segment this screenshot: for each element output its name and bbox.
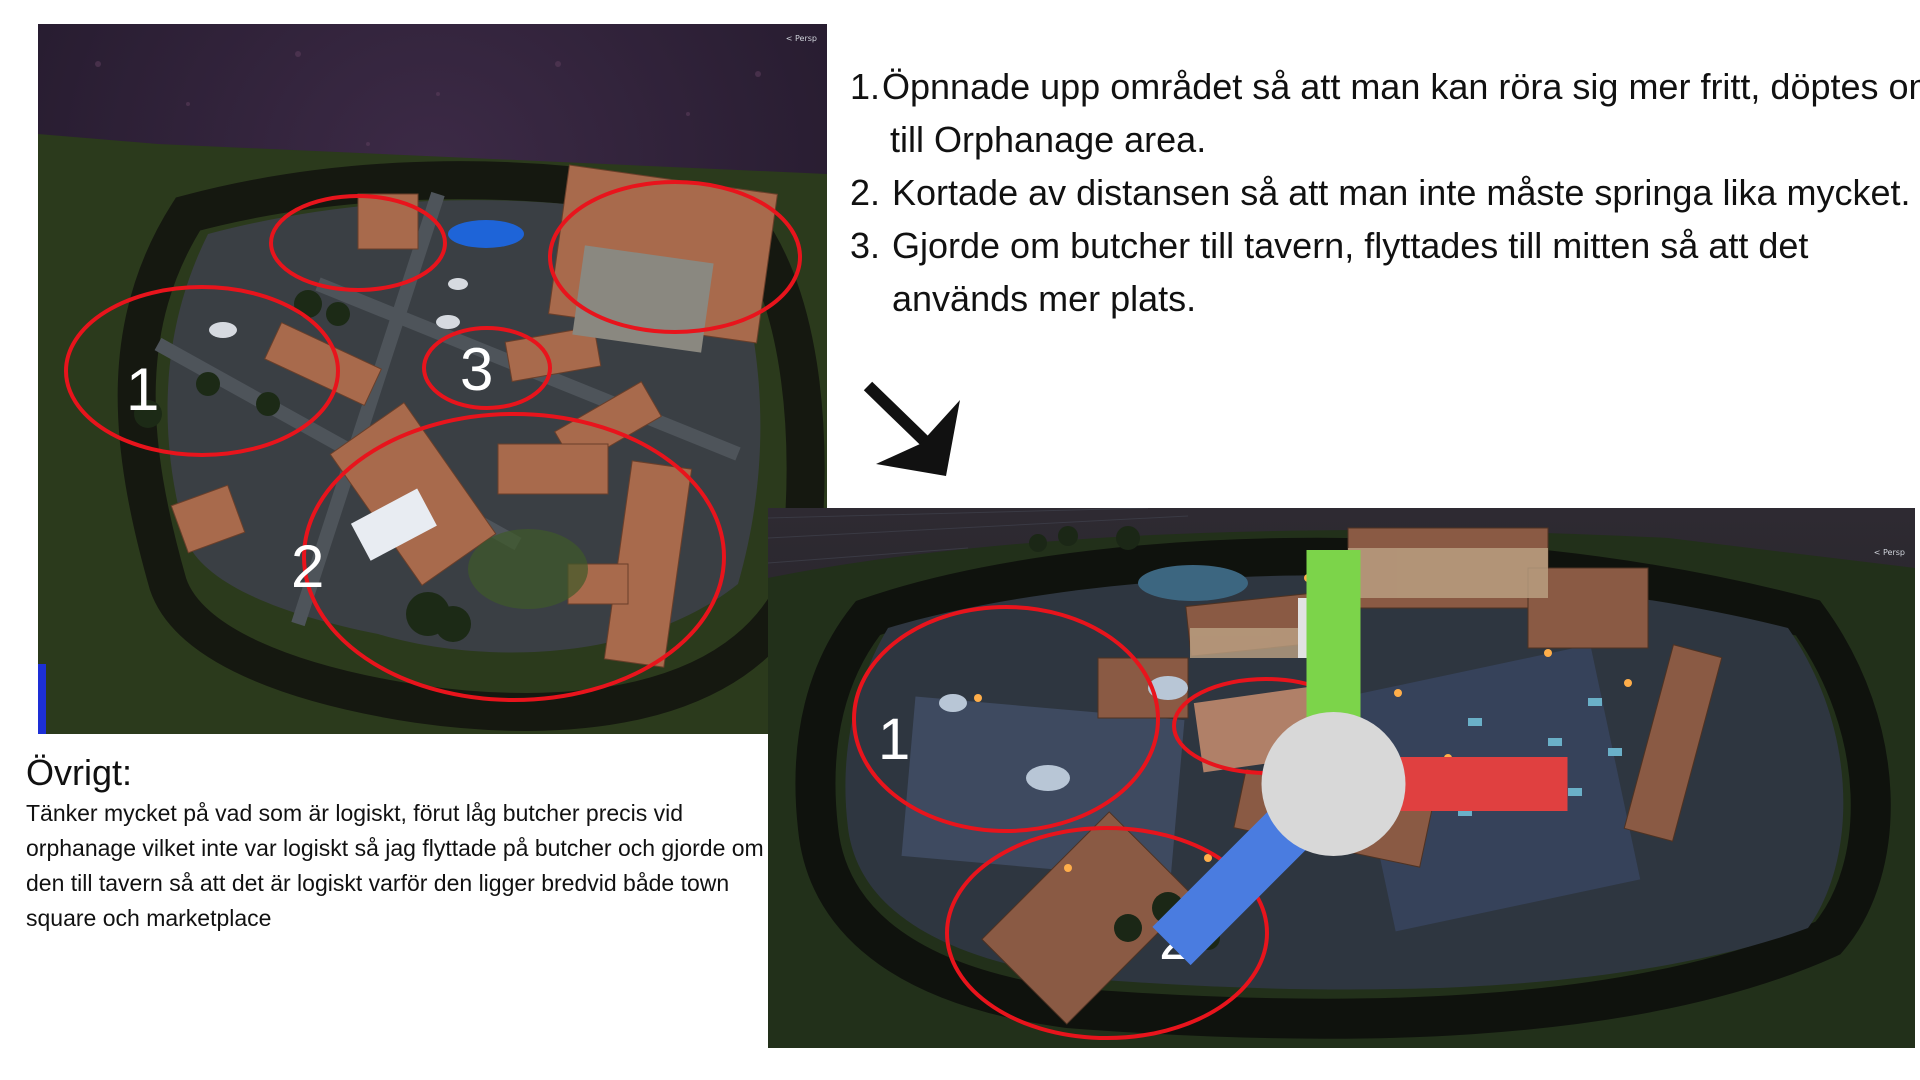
arrow-down-right-icon: [863, 381, 960, 476]
before-marker-3: 3: [460, 336, 493, 403]
before-marker-2: 2: [291, 533, 324, 600]
change-text-1: Öpnnade upp området så att man kan röra …: [882, 66, 1920, 160]
changes-list: 1. Öpnnade upp området så att man kan rö…: [850, 60, 1920, 325]
change-item-2: 2. Kortade av distansen så att man inte …: [850, 166, 1920, 219]
change-text-3: Gjorde om butcher till tavern, flyttades…: [892, 225, 1809, 319]
change-text-2: Kortade av distansen så att man inte mås…: [892, 172, 1911, 213]
scene-gizmo-icon[interactable]: [768, 514, 1907, 1048]
change-number-2: 2.: [850, 172, 881, 213]
after-screenshot: 1 3 2 < Persp: [768, 508, 1915, 1048]
viewport-perspective-label[interactable]: < Persp: [1874, 548, 1905, 557]
change-item-3: 3. Gjorde om butcher till tavern, flytta…: [850, 219, 1920, 325]
change-number-3: 3.: [850, 225, 881, 266]
before-scene: 1 2 3: [38, 24, 827, 734]
before-screenshot: 1 2 3 < Persp: [38, 24, 827, 734]
before-marker-1: 1: [126, 356, 159, 423]
other-heading: Övrigt:: [26, 752, 133, 793]
other-text: Tänker mycket på vad som är logiskt, för…: [26, 800, 764, 931]
change-number-1: 1.: [850, 66, 881, 107]
viewport-perspective-label[interactable]: < Persp: [786, 34, 817, 43]
change-item-1: 1. Öpnnade upp området så att man kan rö…: [850, 60, 1920, 166]
